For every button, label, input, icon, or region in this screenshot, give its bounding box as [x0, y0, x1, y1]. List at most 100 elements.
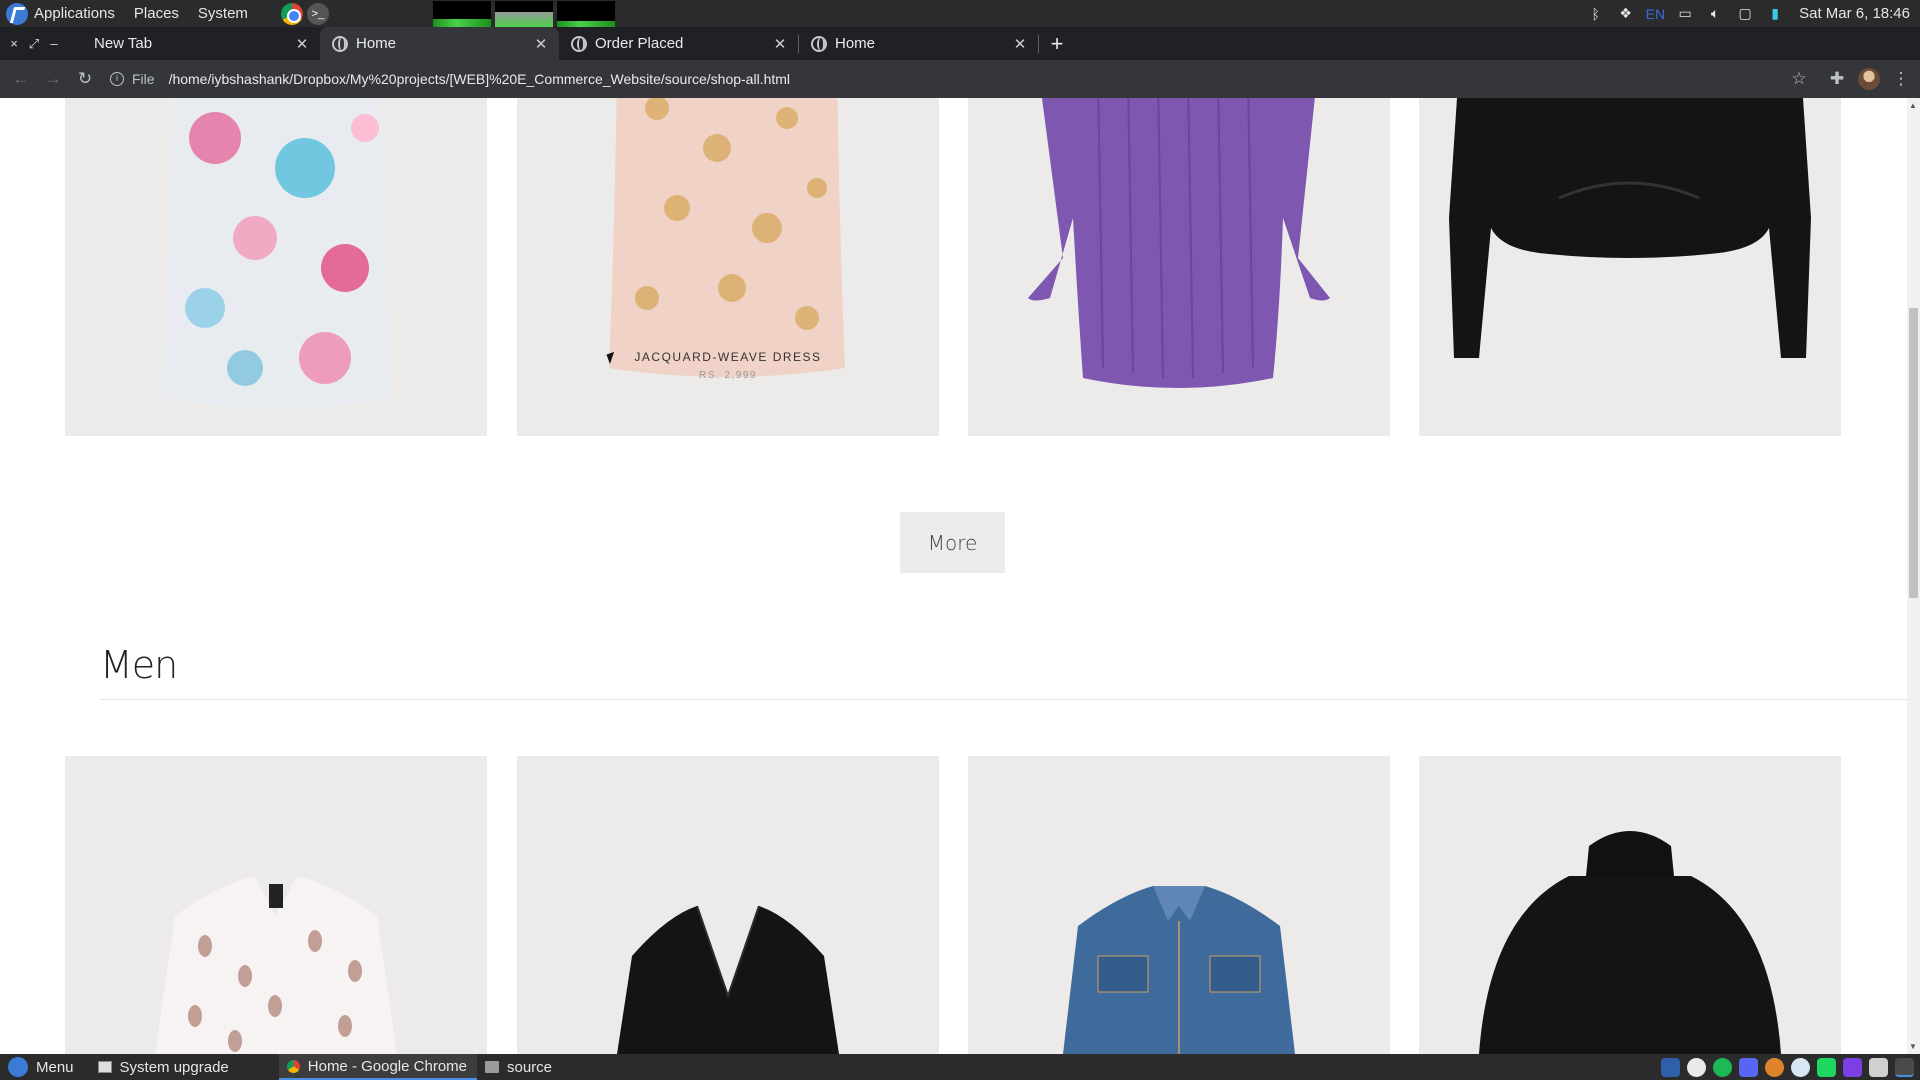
more-button[interactable]: More — [900, 512, 1005, 573]
menu-label: Menu — [36, 1058, 74, 1076]
folder-icon — [485, 1061, 499, 1073]
notification-icon[interactable]: ▢ — [1735, 5, 1755, 23]
bookmark-star-icon[interactable]: ☆ — [1784, 64, 1814, 94]
memory-monitor-graph — [494, 0, 553, 27]
app-icon[interactable] — [1869, 1057, 1888, 1077]
bottom-taskbar: Menu System upgrade Home - Google Chrome… — [0, 1054, 1920, 1080]
product-card[interactable] — [968, 98, 1390, 436]
chrome-launcher-icon[interactable] — [280, 2, 303, 25]
new-tab-button[interactable]: + — [1039, 27, 1075, 60]
task-chrome[interactable]: Home - Google Chrome — [278, 1054, 477, 1080]
dropbox-icon[interactable]: ❖ — [1616, 5, 1636, 23]
system-menu[interactable]: System — [198, 5, 248, 22]
discord-icon[interactable] — [1739, 1057, 1758, 1077]
top-panel: Applications Places System >_ ᛒ ❖ EN ▭ 🔈… — [0, 0, 1920, 27]
tab-title: Order Placed — [595, 35, 684, 52]
volume-icon[interactable]: 🔈︎ — [1705, 5, 1725, 23]
taskbar-tray — [1654, 1057, 1914, 1077]
scroll-up-arrow-icon[interactable]: ▲ — [1909, 101, 1917, 110]
forward-arrow-icon[interactable]: → — [40, 66, 66, 92]
close-window-icon[interactable]: × — [4, 27, 24, 60]
extensions-puzzle-icon[interactable]: ✚ — [1822, 64, 1852, 94]
tab-home[interactable]: Home ✕ — [799, 27, 1038, 60]
pycharm-icon[interactable] — [1817, 1057, 1836, 1077]
back-arrow-icon[interactable]: ← — [8, 66, 34, 92]
url-scheme-label: File — [132, 71, 155, 87]
display-icon[interactable]: ▭ — [1675, 5, 1695, 23]
url-text[interactable]: /home/iybshashank/Dropbox/My%20projects/… — [169, 71, 790, 87]
product-card[interactable] — [1419, 756, 1841, 1054]
distro-logo-icon[interactable] — [6, 2, 28, 25]
chrome-icon — [286, 1059, 300, 1073]
bluetooth-icon[interactable]: ᛒ — [1586, 5, 1606, 23]
close-tab-icon[interactable]: ✕ — [1012, 35, 1028, 53]
black-top-image — [1449, 98, 1811, 358]
page-scrollbar[interactable]: ▲ ▼ — [1907, 98, 1920, 1054]
task-label: Home - Google Chrome — [307, 1057, 467, 1075]
tab-title: Home — [356, 35, 397, 52]
denim-jacket-image — [1063, 886, 1295, 1054]
product-card[interactable] — [968, 756, 1390, 1054]
kebab-menu-icon[interactable]: ⋮ — [1886, 64, 1916, 94]
keyboard-layout-indicator[interactable]: EN — [1646, 6, 1665, 22]
paisley-shirt-image — [155, 876, 397, 1054]
address-bar[interactable]: i File /home/iybshashank/Dropbox/My%20pr… — [110, 64, 1784, 94]
product-card[interactable] — [517, 756, 939, 1054]
minimize-window-icon[interactable]: – — [44, 27, 64, 60]
globe-icon — [332, 35, 348, 52]
cpu-monitor-graph — [432, 0, 491, 27]
browser-toolbar: ← → ↻ i File /home/iybshashank/Dropbox/M… — [0, 60, 1920, 98]
jacquard-dress-image — [609, 98, 845, 377]
maximize-window-icon[interactable]: ⤢ — [24, 27, 44, 60]
scroll-down-arrow-icon[interactable]: ▼ — [1909, 1042, 1917, 1051]
section-divider — [100, 699, 1907, 700]
product-card[interactable]: JACQUARD-WEAVE DRESS RS. 2,999 — [517, 98, 939, 436]
product-card[interactable] — [65, 98, 487, 436]
product-price: RS. 2,999 — [699, 370, 757, 381]
product-card[interactable] — [1419, 98, 1841, 436]
page-viewport[interactable]: JACQUARD-WEAVE DRESS RS. 2,999 More Men — [0, 98, 1907, 1054]
product-name[interactable]: JACQUARD-WEAVE DRESS — [517, 350, 939, 364]
tab-title: Home — [835, 35, 876, 52]
task-system-upgrade[interactable]: System upgrade — [90, 1054, 239, 1080]
black-blazer-image — [617, 905, 839, 1054]
floral-sequin-dress-image — [163, 98, 390, 409]
intellij-icon[interactable] — [1843, 1057, 1862, 1077]
scrollbar-thumb[interactable] — [1909, 308, 1918, 598]
info-icon[interactable]: i — [110, 72, 124, 86]
chrome-icon[interactable] — [1895, 1057, 1914, 1077]
section-title: Men — [100, 643, 178, 687]
task-label: System upgrade — [119, 1058, 229, 1076]
terminal-icon — [97, 1061, 112, 1073]
task-source-folder[interactable]: source — [477, 1054, 562, 1080]
app-icon[interactable] — [1661, 1057, 1680, 1077]
applications-menu[interactable]: Applications — [34, 5, 115, 22]
start-menu-button[interactable]: Menu — [0, 1054, 84, 1080]
tab-order-placed[interactable]: Order Placed ✕ — [559, 27, 798, 60]
places-menu[interactable]: Places — [134, 5, 179, 22]
network-monitor-graph — [556, 0, 615, 27]
black-turtleneck-image — [1479, 831, 1781, 1054]
spotify-icon[interactable] — [1713, 1057, 1732, 1077]
globe-icon — [571, 35, 587, 52]
tab-new-tab[interactable]: New Tab ✕ — [64, 27, 320, 60]
globe-icon — [811, 35, 827, 52]
clock[interactable]: Sat Mar 6, 18:46 — [1799, 5, 1910, 22]
terminal-launcher-icon[interactable]: >_ — [306, 2, 329, 25]
tab-title: New Tab — [94, 35, 153, 52]
product-card[interactable] — [65, 756, 487, 1054]
close-tab-icon[interactable]: ✕ — [772, 35, 788, 53]
distro-logo-icon — [8, 1057, 28, 1077]
tab-strip: × ⤢ – New Tab ✕ Home ✕ Order Placed ✕ Ho… — [0, 27, 1920, 60]
close-tab-icon[interactable]: ✕ — [294, 35, 310, 53]
profile-avatar[interactable] — [1858, 68, 1880, 90]
close-tab-icon[interactable]: ✕ — [533, 35, 549, 53]
battery-icon[interactable]: ▮ — [1765, 5, 1785, 23]
app-icon[interactable] — [1687, 1057, 1706, 1077]
app-icon[interactable] — [1765, 1057, 1784, 1077]
task-label: source — [507, 1058, 553, 1076]
purple-dress-image — [1028, 98, 1330, 388]
app-icon[interactable] — [1791, 1057, 1810, 1077]
reload-icon[interactable]: ↻ — [72, 66, 98, 92]
tab-home-active[interactable]: Home ✕ — [320, 27, 559, 60]
